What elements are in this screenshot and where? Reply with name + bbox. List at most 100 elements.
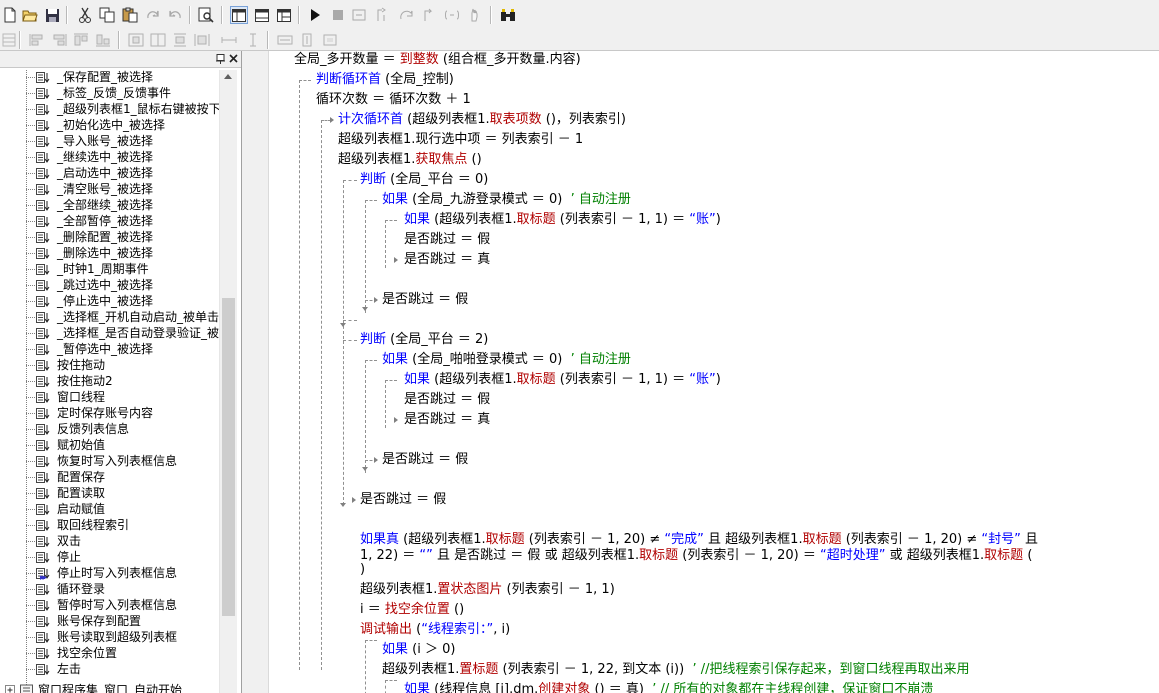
tree-item[interactable]: 账号保存到配置	[26, 613, 221, 629]
run-icon[interactable]	[306, 6, 324, 24]
tree-item[interactable]: _保存配置_被选择	[26, 70, 221, 85]
code-line[interactable]: 是否跳过 ＝ 假	[382, 290, 468, 310]
pin-icon[interactable]	[216, 53, 225, 64]
run-to-cursor-icon[interactable]	[443, 6, 461, 24]
tree-item[interactable]: 反馈列表信息	[26, 421, 221, 437]
undo-icon[interactable]	[166, 6, 184, 24]
tree-item[interactable]: 停止	[26, 549, 221, 565]
code-line[interactable]: 如果 (全局_九游登录模式 ＝ 0) ’ 自动注册	[382, 190, 631, 210]
code-line[interactable]: 超级列表框1.现行选中项 ＝ 列表索引 － 1	[338, 130, 583, 150]
tree-item[interactable]: 窗口线程	[26, 389, 221, 405]
fit-width-icon[interactable]	[276, 31, 294, 49]
code-line[interactable]: 超级列表框1.置状态图片 (列表索引 － 1, 1)	[360, 580, 615, 600]
tree-item-assembly[interactable]: 窗口程序集_窗口_自动开始	[2, 682, 221, 693]
step-icon[interactable]	[351, 6, 369, 24]
tree-item[interactable]: _清空账号_被选择	[26, 181, 221, 197]
code-line[interactable]: )	[360, 560, 365, 580]
paste-icon[interactable]	[121, 6, 139, 24]
tree-item[interactable]: _跳过选中_被选择	[26, 277, 221, 293]
open-folder-icon[interactable]	[21, 6, 39, 24]
tree-item[interactable]: _选择框_是否自动登录验证_被	[26, 325, 221, 341]
code-line[interactable]: 循环次数 ＝ 循环次数 ＋ 1	[316, 90, 471, 110]
code-line[interactable]: 如果 (超级列表框1.取标题 (列表索引 － 1, 1) ＝ “账”)	[404, 210, 721, 230]
code-line[interactable]: 1, 22) ＝ “” 且 是否跳过 ＝ 假 或 超级列表框1.取标题 (列表索…	[360, 546, 1032, 566]
plus-box-icon[interactable]	[5, 685, 16, 693]
space-horizontal-icon[interactable]	[220, 31, 238, 49]
tree-item[interactable]: 左击	[26, 661, 221, 677]
grid-icon[interactable]	[0, 31, 18, 49]
code-line[interactable]: 判断 (全局_平台 ＝ 2)	[360, 330, 488, 350]
tree-item[interactable]: _停止选中_被选择	[26, 293, 221, 309]
step-out-icon[interactable]	[420, 6, 438, 24]
align-right-icon[interactable]	[50, 31, 68, 49]
code-line[interactable]: 如果 (线程信息 [i].dm.创建对象 () ＝ 真) ’ // 所有的对象都…	[404, 680, 933, 693]
fit-height-icon[interactable]	[298, 31, 316, 49]
center-vertical-icon[interactable]	[149, 31, 167, 49]
cut-icon[interactable]	[76, 6, 94, 24]
tree-item[interactable]: 取回线程索引	[26, 517, 221, 533]
layout-split-icon[interactable]	[275, 6, 293, 24]
code-line[interactable]: 超级列表框1.置标题 (列表索引 － 1, 22, 到文本 (i)) ’ //把…	[382, 660, 970, 680]
tree-item[interactable]: _超级列表框1_鼠标右键被按下	[26, 101, 221, 117]
same-height-icon[interactable]	[171, 31, 189, 49]
new-file-icon[interactable]	[1, 6, 19, 24]
code-line[interactable]: 如果 (超级列表框1.取标题 (列表索引 － 1, 1) ＝ “账”)	[404, 370, 721, 390]
code-line[interactable]: 计次循环首 (超级列表框1.取表项数 ()，列表索引)	[338, 110, 626, 130]
tree-item[interactable]: _暂停选中_被选择	[26, 341, 221, 357]
find-icon[interactable]	[197, 6, 215, 24]
code-editor[interactable]: 全局_多开数量 ＝ 到整数 (组合框_多开数量.内容) 判断循环首 (全局_控制…	[269, 51, 1159, 693]
tree-item[interactable]: _时钟1_周期事件	[26, 261, 221, 277]
tree-item[interactable]: 按住拖动	[26, 357, 221, 373]
redo-icon[interactable]	[144, 6, 162, 24]
tree-item[interactable]: 双击	[26, 533, 221, 549]
tree-item[interactable]: _全部暂停_被选择	[26, 213, 221, 229]
code-line[interactable]: 如果 (i ＞ 0)	[382, 640, 455, 660]
align-left-icon[interactable]	[28, 31, 46, 49]
code-line[interactable]: 是否跳过 ＝ 真	[404, 410, 490, 430]
tree-item[interactable]: _启动选中_被选择	[26, 165, 221, 181]
tree-item[interactable]: 暂停时写入列表框信息	[26, 597, 221, 613]
tree-item[interactable]: 赋初始值	[26, 437, 221, 453]
tree-item[interactable]: 停止时写入列表框信息	[26, 565, 221, 581]
tree-item[interactable]: 找空余位置	[26, 645, 221, 661]
space-vertical-icon[interactable]	[244, 31, 262, 49]
code-line[interactable]: 是否跳过 ＝ 假	[404, 390, 490, 410]
layout-left-icon[interactable]	[230, 6, 248, 24]
binoculars-icon[interactable]	[499, 6, 517, 24]
save-icon[interactable]	[43, 6, 61, 24]
tree-item[interactable]: _初始化选中_被选择	[26, 117, 221, 133]
align-bottom-icon[interactable]	[94, 31, 112, 49]
code-line[interactable]: i ＝ 找空余位置 ()	[360, 600, 464, 620]
code-line[interactable]: 超级列表框1.获取焦点 ()	[338, 150, 482, 170]
step-into-icon[interactable]	[374, 6, 392, 24]
code-line[interactable]: 是否跳过 ＝ 假	[404, 230, 490, 250]
copy-icon[interactable]	[98, 6, 116, 24]
tree-item[interactable]: 循环登录	[26, 581, 221, 597]
tree-item[interactable]: 配置读取	[26, 485, 221, 501]
same-width-icon[interactable]	[193, 31, 211, 49]
close-icon[interactable]	[229, 54, 238, 63]
tree-item[interactable]: _删除配置_被选择	[26, 229, 221, 245]
code-line[interactable]: 是否跳过 ＝ 假	[360, 490, 446, 510]
hand-icon[interactable]	[466, 6, 484, 24]
tree-item[interactable]: _导入账号_被选择	[26, 133, 221, 149]
fit-size-icon[interactable]	[321, 31, 339, 49]
tree-item[interactable]: 配置保存	[26, 469, 221, 485]
tree-item[interactable]: _删除选中_被选择	[26, 245, 221, 261]
tree-item[interactable]: _继续选中_被选择	[26, 149, 221, 165]
code-line[interactable]: 全局_多开数量 ＝ 到整数 (组合框_多开数量.内容)	[294, 51, 581, 70]
code-line[interactable]: 调试输出 (“线程索引：”, i)	[360, 620, 510, 640]
tree-item[interactable]: 启动赋值	[26, 501, 221, 517]
center-horizontal-icon[interactable]	[127, 31, 145, 49]
tree-scrollbar[interactable]	[219, 70, 237, 693]
tree-item[interactable]: 恢复时写入列表框信息	[26, 453, 221, 469]
code-line[interactable]: 如果 (全局_啪啪登录模式 ＝ 0) ’ 自动注册	[382, 350, 631, 370]
tree-item[interactable]: _全部继续_被选择	[26, 197, 221, 213]
code-line[interactable]: 判断循环首 (全局_控制)	[316, 70, 454, 90]
code-line[interactable]: 是否跳过 ＝ 真	[404, 250, 490, 270]
scrollbar-thumb[interactable]	[222, 298, 235, 616]
tree-item[interactable]: 定时保存账号内容	[26, 405, 221, 421]
code-line[interactable]: 是否跳过 ＝ 假	[382, 450, 468, 470]
tree-item[interactable]: 账号读取到超级列表框	[26, 629, 221, 645]
code-line[interactable]: 判断 (全局_平台 ＝ 0)	[360, 170, 488, 190]
